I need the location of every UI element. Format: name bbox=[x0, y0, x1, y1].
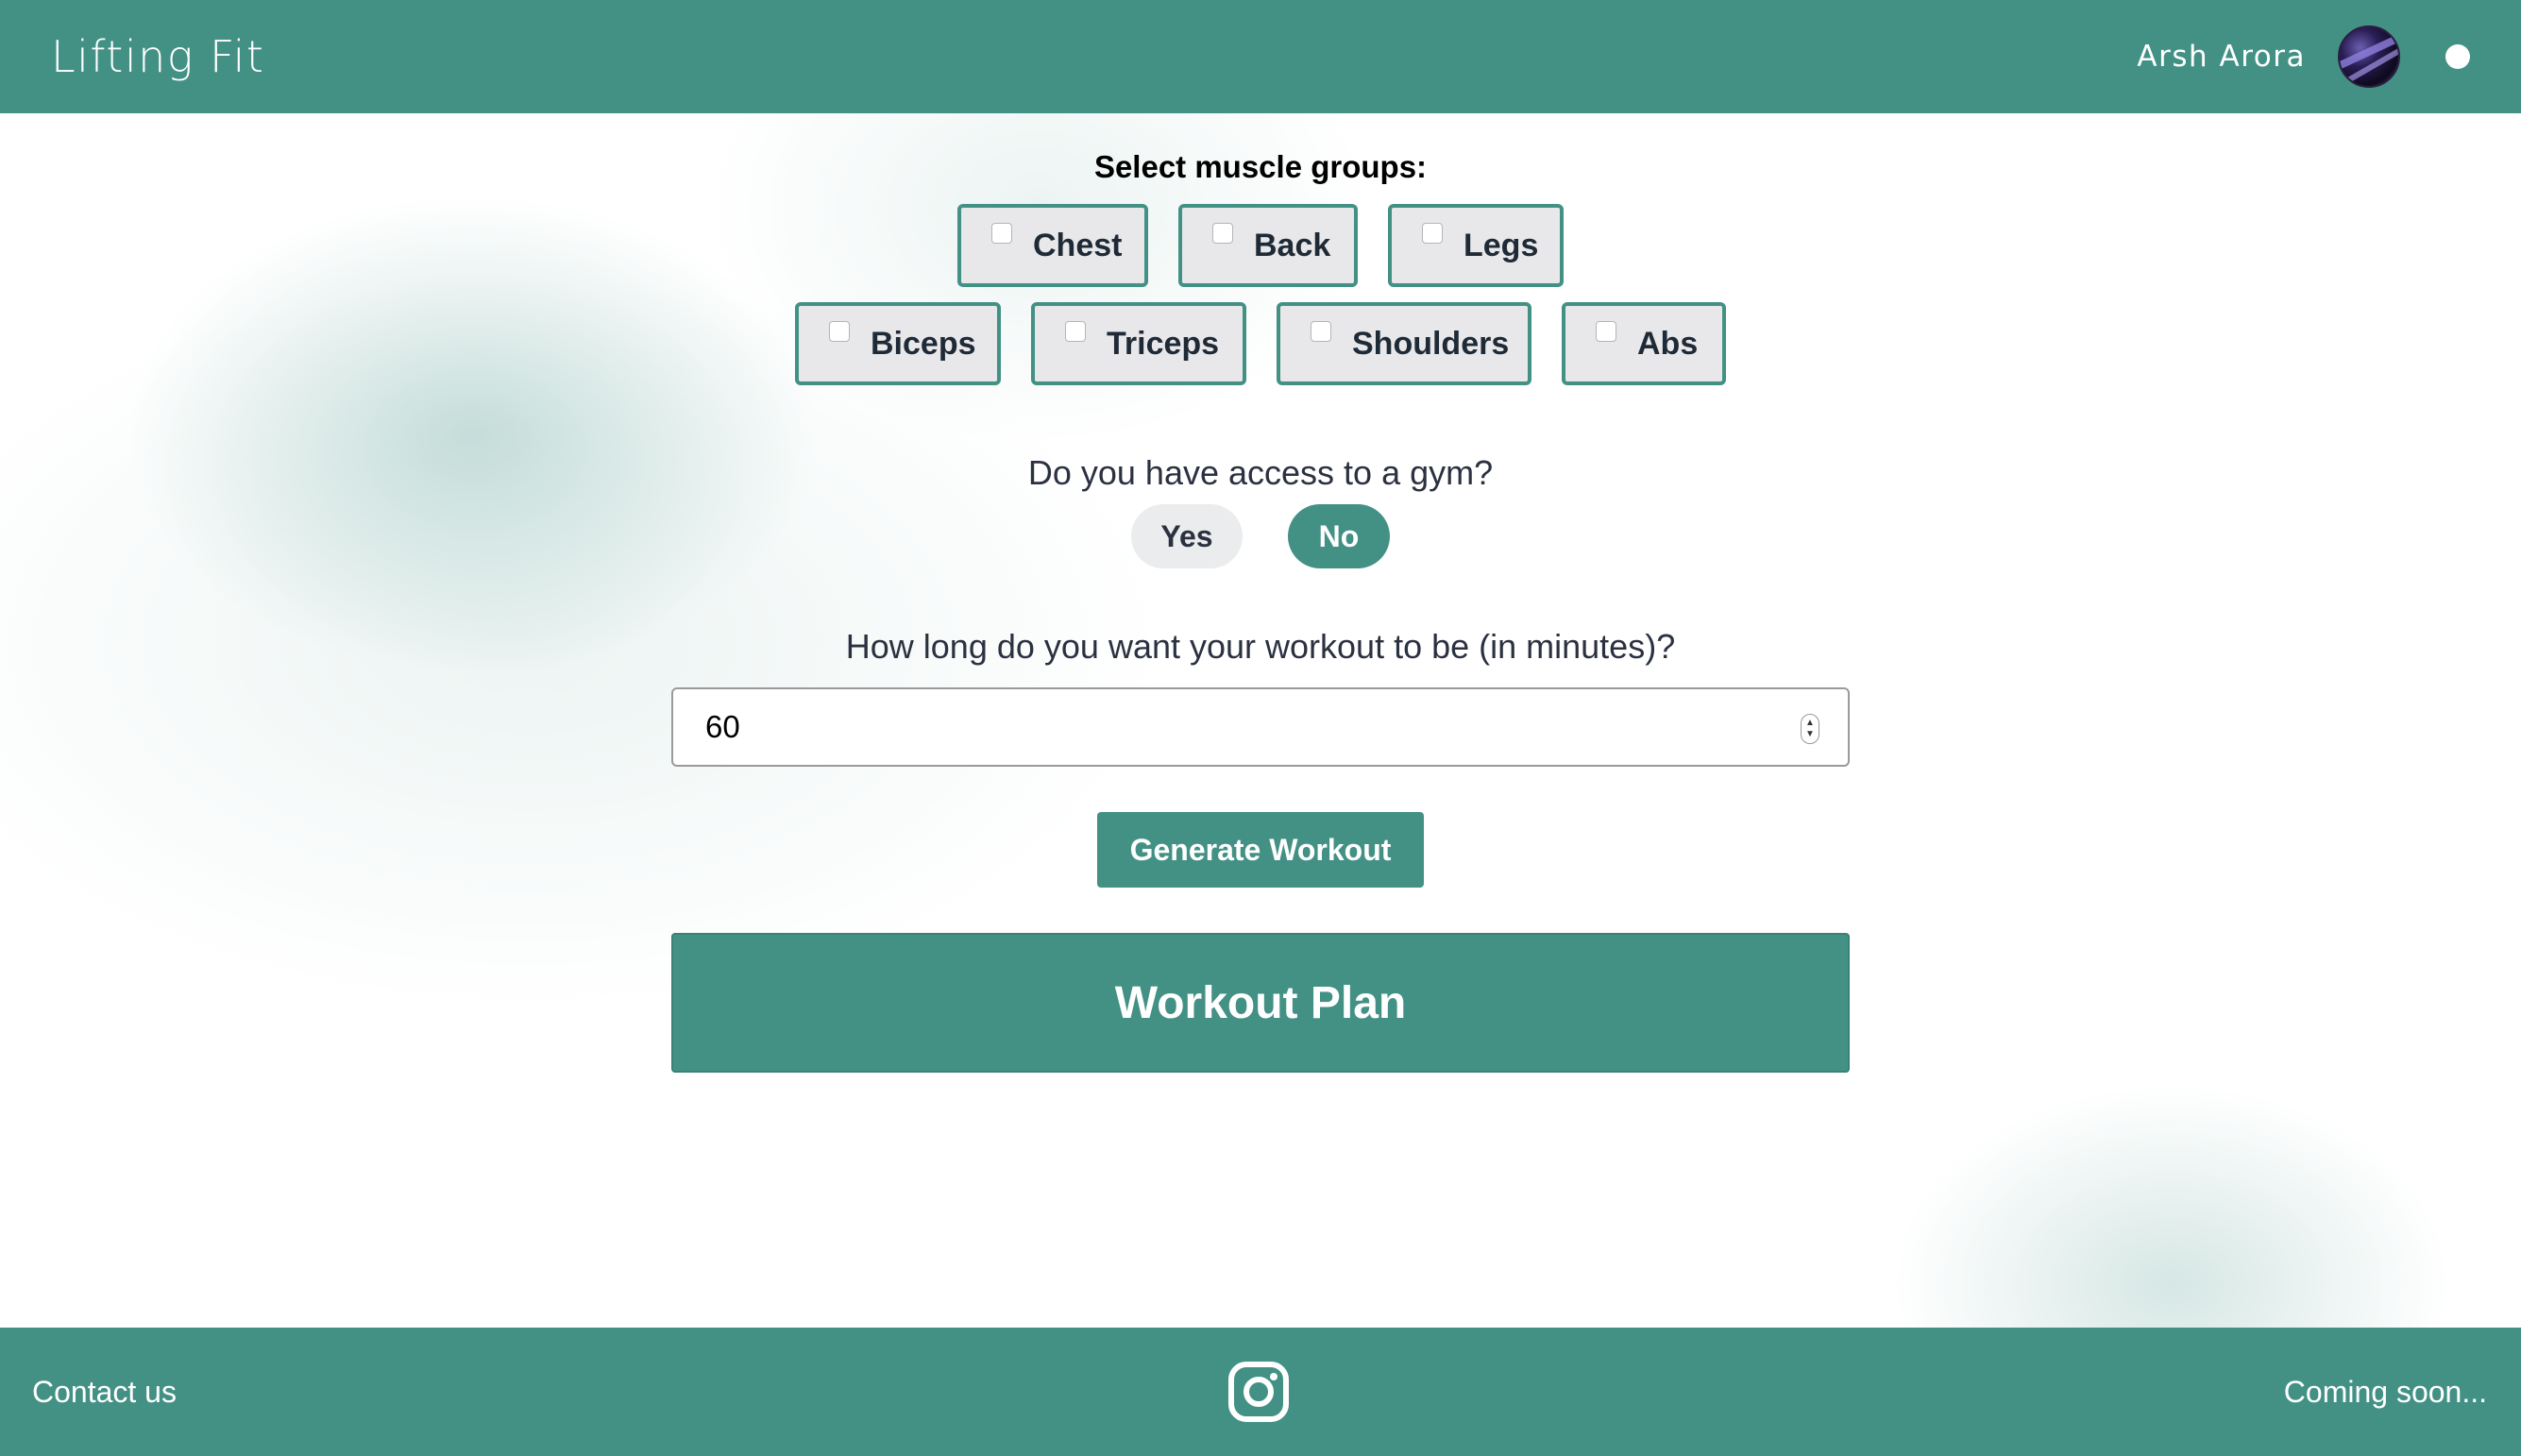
app-footer: Contact us Coming soon... bbox=[0, 1328, 2521, 1456]
gym-question: Do you have access to a gym? bbox=[1027, 453, 1494, 492]
muscle-option-label: Shoulders bbox=[1352, 325, 1510, 362]
duration-question: How long do you want your workout to be … bbox=[845, 627, 1676, 666]
app-header: Lifting Fit Arsh Arora bbox=[0, 0, 2521, 113]
generate-workout-button[interactable]: Generate Workout bbox=[1097, 812, 1424, 888]
muscle-row-2: Biceps Triceps Shoulders Abs bbox=[0, 302, 2521, 385]
workout-plan-title: Workout Plan bbox=[1114, 977, 1407, 1028]
muscle-option-legs[interactable]: Legs bbox=[1388, 204, 1564, 287]
muscle-option-chest[interactable]: Chest bbox=[957, 204, 1148, 287]
muscle-option-label: Biceps bbox=[871, 325, 976, 362]
muscle-option-biceps[interactable]: Biceps bbox=[795, 302, 1001, 385]
instagram-icon[interactable] bbox=[1227, 1361, 1290, 1423]
username-label[interactable]: Arsh Arora bbox=[2137, 40, 2306, 74]
header-user-area: Arsh Arora bbox=[2137, 25, 2470, 88]
abs-checkbox[interactable] bbox=[1596, 321, 1616, 342]
back-checkbox[interactable] bbox=[1212, 223, 1233, 244]
muscle-option-label: Abs bbox=[1637, 325, 1699, 362]
contact-us-link[interactable]: Contact us bbox=[32, 1375, 177, 1410]
shoulders-checkbox[interactable] bbox=[1311, 321, 1331, 342]
muscle-option-label: Back bbox=[1254, 227, 1331, 263]
gym-no-button[interactable]: No bbox=[1288, 504, 1390, 568]
brand-title[interactable]: Lifting Fit bbox=[51, 31, 264, 82]
duration-input[interactable]: 60 ▲ ▼ bbox=[671, 687, 1850, 767]
triceps-checkbox[interactable] bbox=[1065, 321, 1086, 342]
muscle-option-triceps[interactable]: Triceps bbox=[1031, 302, 1246, 385]
user-avatar[interactable] bbox=[2338, 25, 2400, 88]
number-spinner-icon[interactable]: ▲ ▼ bbox=[1801, 714, 1819, 744]
muscle-option-label: Chest bbox=[1033, 227, 1123, 263]
chest-checkbox[interactable] bbox=[991, 223, 1012, 244]
workout-plan-panel: Workout Plan bbox=[671, 933, 1850, 1073]
legs-checkbox[interactable] bbox=[1422, 223, 1443, 244]
muscle-option-shoulders[interactable]: Shoulders bbox=[1277, 302, 1531, 385]
muscle-option-label: Triceps bbox=[1107, 325, 1220, 362]
duration-value: 60 bbox=[705, 709, 740, 744]
coming-soon-text: Coming soon... bbox=[2283, 1374, 2487, 1409]
gym-yes-button[interactable]: Yes bbox=[1131, 504, 1243, 568]
muscle-option-back[interactable]: Back bbox=[1178, 204, 1358, 287]
muscle-option-label: Legs bbox=[1464, 227, 1539, 263]
biceps-checkbox[interactable] bbox=[829, 321, 850, 342]
muscle-row-1: Chest Back Legs bbox=[0, 204, 2521, 287]
theme-toggle-icon[interactable] bbox=[2445, 44, 2470, 69]
main-content: Select muscle groups: Chest Back Legs Bi… bbox=[0, 113, 2521, 1328]
muscle-groups-label: Select muscle groups: bbox=[1093, 149, 1428, 184]
muscle-option-abs[interactable]: Abs bbox=[1562, 302, 1726, 385]
gym-toggle: Yes No bbox=[0, 504, 2521, 568]
